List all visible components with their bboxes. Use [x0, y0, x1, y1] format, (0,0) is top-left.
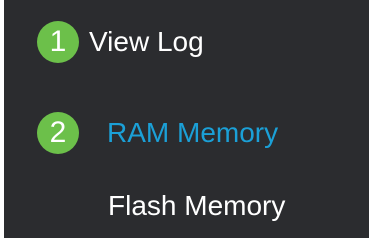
step-2-badge-icon: 2	[37, 112, 79, 154]
menu-item-view-log[interactable]: 1 View Log	[37, 21, 204, 63]
menu-item-label-ram-memory: RAM Memory	[107, 117, 279, 148]
menu-panel: 1 View Log 2 RAM Memory Flash Memory	[4, 0, 369, 238]
menu-item-label-flash-memory: Flash Memory	[108, 190, 286, 221]
menu-item-label-view-log: View Log	[89, 26, 204, 57]
menu-item-ram-memory[interactable]: 2 RAM Memory	[37, 112, 278, 154]
step-1-badge-icon: 1	[37, 21, 79, 63]
menu-item-flash-memory[interactable]: Flash Memory	[108, 190, 285, 222]
